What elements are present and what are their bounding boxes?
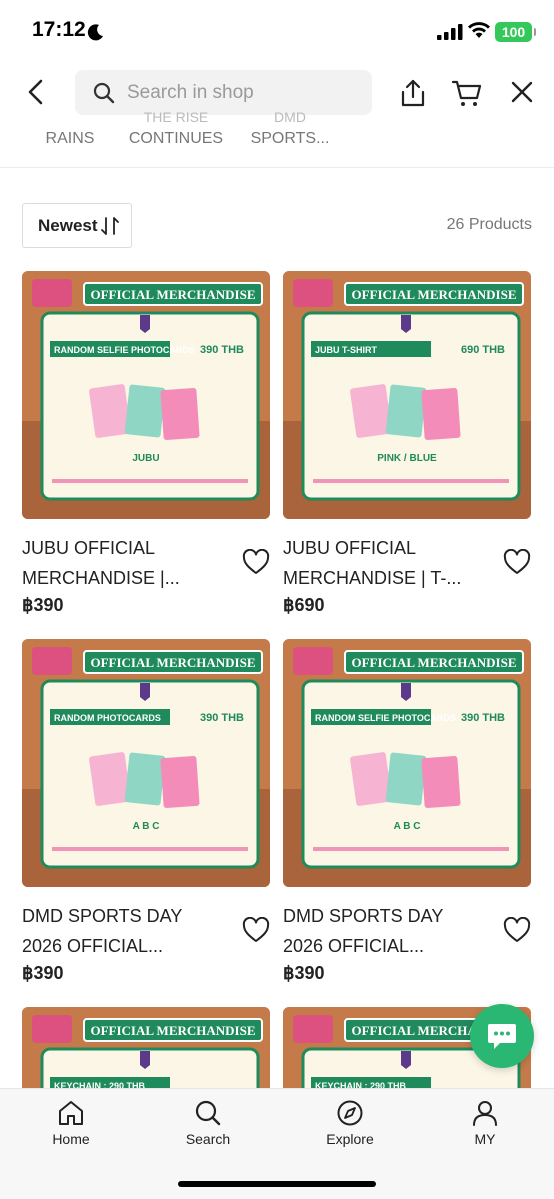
product-count: 26 Products: [446, 216, 532, 233]
cart-button[interactable]: [452, 78, 482, 108]
poster-banner: OFFICIAL MERCHANDISE: [90, 655, 255, 670]
product-price: ฿390: [283, 963, 325, 983]
sort-dropdown[interactable]: Newest: [22, 203, 132, 248]
nav-label: Explore: [326, 1131, 374, 1147]
status-time: 17:12: [32, 18, 86, 41]
nav-search[interactable]: Search: [158, 1099, 258, 1147]
chat-button[interactable]: [470, 1004, 534, 1068]
product-name-line: 2026 OFFICIAL...: [283, 936, 425, 956]
poster-sub: A B C: [394, 821, 421, 832]
nav-label: MY: [474, 1131, 496, 1147]
nav-home[interactable]: Home: [21, 1099, 121, 1147]
status-bar: 17:12 100: [0, 0, 554, 64]
poster-sub: JUBU: [132, 453, 159, 464]
search-input[interactable]: [127, 70, 357, 115]
wifi-icon: [468, 22, 490, 38]
poster-item: RANDOM SELFIE PHOTOCARDS: [54, 345, 195, 355]
product-image[interactable]: OFFICIAL MERCHANDISE RANDOM SELFIE PHOTO…: [22, 271, 270, 519]
heart-icon[interactable]: [242, 549, 270, 575]
poster-sub: PINK / BLUE: [377, 453, 437, 464]
product-name[interactable]: JUBU OFFICIAL MERCHANDISE |...: [22, 533, 232, 593]
tab-label: RAINS: [45, 130, 95, 147]
poster-banner: OFFICIAL MERCHANDISE: [351, 287, 516, 302]
tab-the-rise-continues[interactable]: THE RISE CONTINUES: [116, 112, 236, 154]
tab-dmd-sports[interactable]: DMD SPORTS...: [230, 112, 350, 154]
nav-explore[interactable]: Explore: [300, 1099, 400, 1147]
nav-label: Search: [185, 1131, 231, 1147]
product-name[interactable]: JUBU OFFICIAL MERCHANDISE | T-...: [283, 533, 493, 593]
poster-item: JUBU T-SHIRT: [315, 345, 378, 355]
moon-icon: [87, 24, 103, 41]
poster-sub: A B C: [133, 821, 160, 832]
product-name-line: 2026 OFFICIAL...: [22, 936, 164, 956]
heart-icon[interactable]: [503, 917, 531, 943]
back-button[interactable]: [22, 78, 50, 106]
heart-icon[interactable]: [503, 549, 531, 575]
product-name[interactable]: DMD SPORTS DAY 2026 OFFICIAL...: [22, 901, 232, 961]
poster-banner: OFFICIAL MERCHANDISE: [351, 655, 516, 670]
tab-label: CONTINUES: [128, 130, 224, 147]
search-icon: [93, 82, 115, 104]
search-bar[interactable]: [75, 70, 372, 115]
user-icon: [473, 1101, 497, 1126]
product-name-line: DMD SPORTS DAY: [22, 906, 183, 926]
poster-price: 390 THB: [200, 344, 244, 356]
product-image[interactable]: OFFICIAL MERCHANDISE RANDOM SELFIE PHOTO…: [283, 639, 531, 887]
compass-icon: [337, 1100, 363, 1126]
close-button[interactable]: [508, 78, 536, 106]
product-name-line: MERCHANDISE | T-...: [283, 568, 462, 588]
poster-price: 390 THB: [461, 712, 505, 724]
poster-item: RANDOM SELFIE PHOTOCARDS: [315, 713, 456, 723]
product-name-line: JUBU OFFICIAL: [22, 538, 156, 558]
poster-banner: OFFICIAL MERCHANDISE: [90, 287, 255, 302]
tab-label-partial: THE RISE: [143, 112, 209, 124]
home-indicator: [178, 1181, 376, 1187]
product-image[interactable]: OFFICIAL MERCHANDISE JUBU T-SHIRT 690 TH…: [283, 271, 531, 519]
product-name[interactable]: DMD SPORTS DAY 2026 OFFICIAL...: [283, 901, 493, 961]
tab-label: SPORTS...: [250, 130, 330, 147]
tab-label-partial: DMD: [274, 112, 306, 124]
heart-icon[interactable]: [242, 917, 270, 943]
category-tabs: RAINS THE RISE CONTINUES DMD SPORTS...: [0, 112, 554, 168]
product-name-line: MERCHANDISE |...: [22, 568, 180, 588]
chat-icon: [488, 1024, 516, 1049]
poster-item: RANDOM PHOTOCARDS: [54, 713, 161, 723]
poster-price: 390 THB: [200, 712, 244, 724]
product-price: ฿390: [22, 595, 64, 615]
poster-price: 690 THB: [461, 344, 505, 356]
nav-label: Home: [52, 1131, 90, 1147]
product-price: ฿390: [22, 963, 64, 983]
product-name-line: JUBU OFFICIAL: [283, 538, 417, 558]
home-icon: [59, 1101, 83, 1125]
sort-order-icon: [101, 217, 119, 235]
search-icon: [195, 1100, 221, 1126]
product-name-line: DMD SPORTS DAY: [283, 906, 444, 926]
battery-indicator: 100: [495, 22, 536, 42]
share-button[interactable]: [398, 78, 428, 108]
sort-label: Newest: [38, 216, 98, 235]
product-price: ฿690: [283, 595, 325, 615]
shop-page: 17:12 100 Search in shop RAINS THE RISE …: [0, 0, 554, 1199]
tab-rains[interactable]: RAINS: [10, 112, 130, 154]
product-image[interactable]: OFFICIAL MERCHANDISE RANDOM PHOTOCARDS 3…: [22, 639, 270, 887]
signal-icon: [437, 24, 463, 40]
nav-my[interactable]: MY: [435, 1099, 535, 1147]
poster-banner: OFFICIAL MERCHANDISE: [90, 1023, 255, 1038]
